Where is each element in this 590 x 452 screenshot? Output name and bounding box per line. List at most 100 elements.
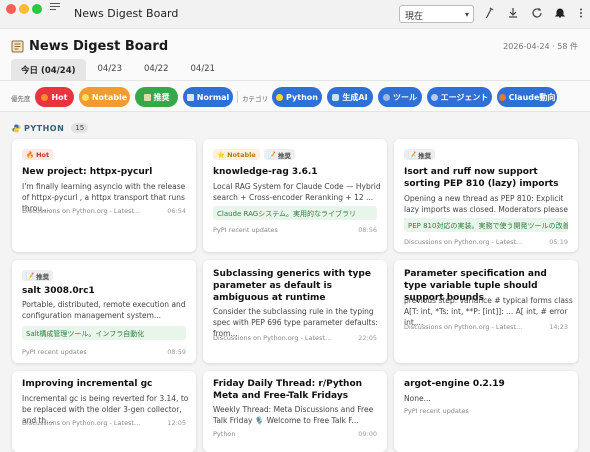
- sidebar-toggle-icon[interactable]: [50, 3, 60, 13]
- card-source: Discussions on Python.org - Latest...: [404, 238, 523, 246]
- filter-agent-label: エージェント: [440, 92, 489, 102]
- card-source: Discussions on Python.org - Latest...: [404, 323, 523, 331]
- card-source: Discussions on Python.org - Latest...: [22, 207, 141, 215]
- card-title: argot-engine 0.2.19: [404, 379, 505, 389]
- filter-hot-label: Hot: [51, 92, 68, 102]
- card-description: Weekly Thread: Meta Discussions and Free…: [213, 405, 374, 425]
- filter-recommended-label: 推奨: [153, 92, 170, 102]
- filter-claude-label: Claude動向: [508, 92, 556, 102]
- refresh-icon[interactable]: [530, 6, 544, 20]
- news-card[interactable]: Improving incremental gc Incremental gc …: [12, 371, 196, 452]
- agent-icon: [430, 93, 438, 101]
- filter-bar: 優先度 Hot Notable 推奨 Normal カテゴリ Python 生成…: [0, 80, 590, 112]
- filter-notable-label: Notable: [91, 92, 128, 102]
- card-title: Friday Daily Thread: r/Python Meta and F…: [213, 379, 363, 401]
- minimize-window-button[interactable]: [19, 4, 29, 14]
- filter-notable[interactable]: Notable: [79, 87, 130, 107]
- news-card[interactable]: Friday Daily Thread: r/Python Meta and F…: [203, 371, 387, 452]
- recommended-badge-label: 推奨: [277, 151, 291, 160]
- download-icon[interactable]: [506, 6, 520, 20]
- view-select-value: 現在: [405, 12, 424, 22]
- recommended-badge: 📝 推奨: [404, 149, 436, 160]
- card-title: New project: httpx-pycurl: [22, 167, 153, 177]
- fire-icon: 🔥: [26, 150, 35, 159]
- python-icon: [276, 93, 284, 101]
- chevron-down-icon: ▾: [464, 10, 469, 19]
- bell-icon[interactable]: [553, 6, 567, 20]
- card-time: 05:19: [549, 238, 568, 246]
- fire-icon: [41, 93, 49, 101]
- python-icon: [12, 123, 21, 133]
- news-card[interactable]: 📝 推奨 Isort and ruff now support sorting P…: [394, 139, 578, 252]
- section-count: 15: [71, 123, 89, 133]
- filter-python[interactable]: Python: [272, 87, 322, 107]
- hot-badge-label: Hot: [36, 150, 50, 159]
- zoom-window-button[interactable]: [32, 4, 42, 14]
- card-description: None...: [404, 394, 431, 403]
- card-time: 22:05: [358, 334, 377, 342]
- card-title: Isort and ruff now support sorting PEP 8…: [404, 167, 559, 189]
- page-title: News Digest Board: [29, 39, 169, 54]
- tab-0422[interactable]: 04/22: [134, 59, 179, 80]
- filter-agent[interactable]: エージェント: [427, 87, 492, 107]
- card-time: 08:56: [358, 226, 377, 234]
- filter-divider: [237, 91, 238, 103]
- filter-python-label: Python: [286, 92, 318, 102]
- filter-normal-label: Normal: [196, 92, 230, 102]
- card-source: Discussions on Python.org - Latest...: [22, 419, 141, 427]
- notable-badge: ⭐ Notable: [213, 149, 260, 160]
- star-icon: ⭐: [217, 150, 226, 159]
- date-tabs: 今日 (04/24) 04/23 04/22 04/21: [11, 59, 227, 80]
- filter-hot[interactable]: Hot: [35, 87, 74, 107]
- filter-tools-label: ツール: [393, 92, 417, 102]
- tab-0423[interactable]: 04/23: [88, 59, 133, 80]
- card-title: Subclassing generics with type parameter…: [213, 269, 371, 303]
- doc-icon: [186, 93, 194, 101]
- section-header-python[interactable]: PYTHON 15: [12, 122, 89, 134]
- card-time: 12:05: [167, 419, 186, 427]
- news-card[interactable]: argot-engine 0.2.19 None... PyPI recent …: [394, 371, 578, 452]
- star-icon: [81, 93, 89, 101]
- notable-badge-label: Notable: [227, 150, 256, 159]
- filter-genai[interactable]: 生成AI: [327, 87, 373, 107]
- notebook-icon: [11, 40, 24, 53]
- filter-tools[interactable]: ツール: [378, 87, 422, 107]
- card-ai-summary: PEP 810対応の実装。実務で使う開発ツールの改善: [404, 218, 568, 232]
- card-source: PyPI recent updates: [404, 407, 469, 415]
- filter-recommended[interactable]: 推奨: [135, 87, 178, 107]
- card-source: PyPI recent updates: [22, 348, 87, 356]
- tab-today[interactable]: 今日 (04/24): [11, 59, 86, 80]
- card-description: Local RAG System for Claude Code — Hybri…: [213, 182, 381, 202]
- pin-icon[interactable]: [482, 6, 496, 20]
- filter-claude[interactable]: Claude動向: [497, 87, 557, 107]
- recommended-badge: 📝 推奨: [22, 270, 54, 281]
- view-select[interactable]: 現在 ▾: [399, 5, 474, 23]
- claude-icon: [498, 93, 506, 101]
- close-window-button[interactable]: [6, 4, 16, 14]
- tool-icon: [383, 93, 390, 101]
- filter-normal[interactable]: Normal: [183, 87, 233, 107]
- board-header: News Digest Board 2026-04-24 · 58 件 今日 (…: [0, 29, 590, 112]
- window-titlebar: News Digest Board 現在 ▾: [0, 0, 590, 29]
- card-time: 06:54: [167, 207, 186, 215]
- news-card[interactable]: 🔥 Hot New project: httpx-pycurl I'm final…: [12, 139, 196, 252]
- news-card[interactable]: ⭐ Notable 📝 推奨 knowledge-rag 3.6.1 Local R…: [203, 139, 387, 252]
- card-ai-summary: Claude RAGシステム。実用的なライブラリ: [213, 206, 377, 220]
- news-card[interactable]: 📝 推奨 salt 3008.0rc1 Portable, distributed…: [12, 260, 196, 363]
- tab-0421[interactable]: 04/21: [181, 59, 226, 80]
- note-icon: [143, 93, 151, 101]
- recommended-badge-label: 推奨: [36, 272, 50, 281]
- note-icon: 📝: [408, 150, 417, 159]
- section-title: PYTHON: [24, 123, 65, 133]
- card-ai-summary: Salt構成管理ツール。インフラ自動化: [22, 326, 186, 340]
- card-time: 09:00: [358, 430, 377, 438]
- card-time: 14:23: [549, 323, 568, 331]
- date-count-meta: 2026-04-24 · 58 件: [503, 42, 578, 51]
- news-card[interactable]: Subclassing generics with type parameter…: [203, 260, 387, 363]
- news-card[interactable]: Parameter specification and type variabl…: [394, 260, 578, 363]
- recommended-badge-label: 推奨: [418, 151, 432, 160]
- category-label: カテゴリ: [242, 95, 268, 103]
- card-time: 08:59: [167, 348, 186, 356]
- more-icon[interactable]: [574, 6, 588, 20]
- card-source: Python: [213, 430, 236, 438]
